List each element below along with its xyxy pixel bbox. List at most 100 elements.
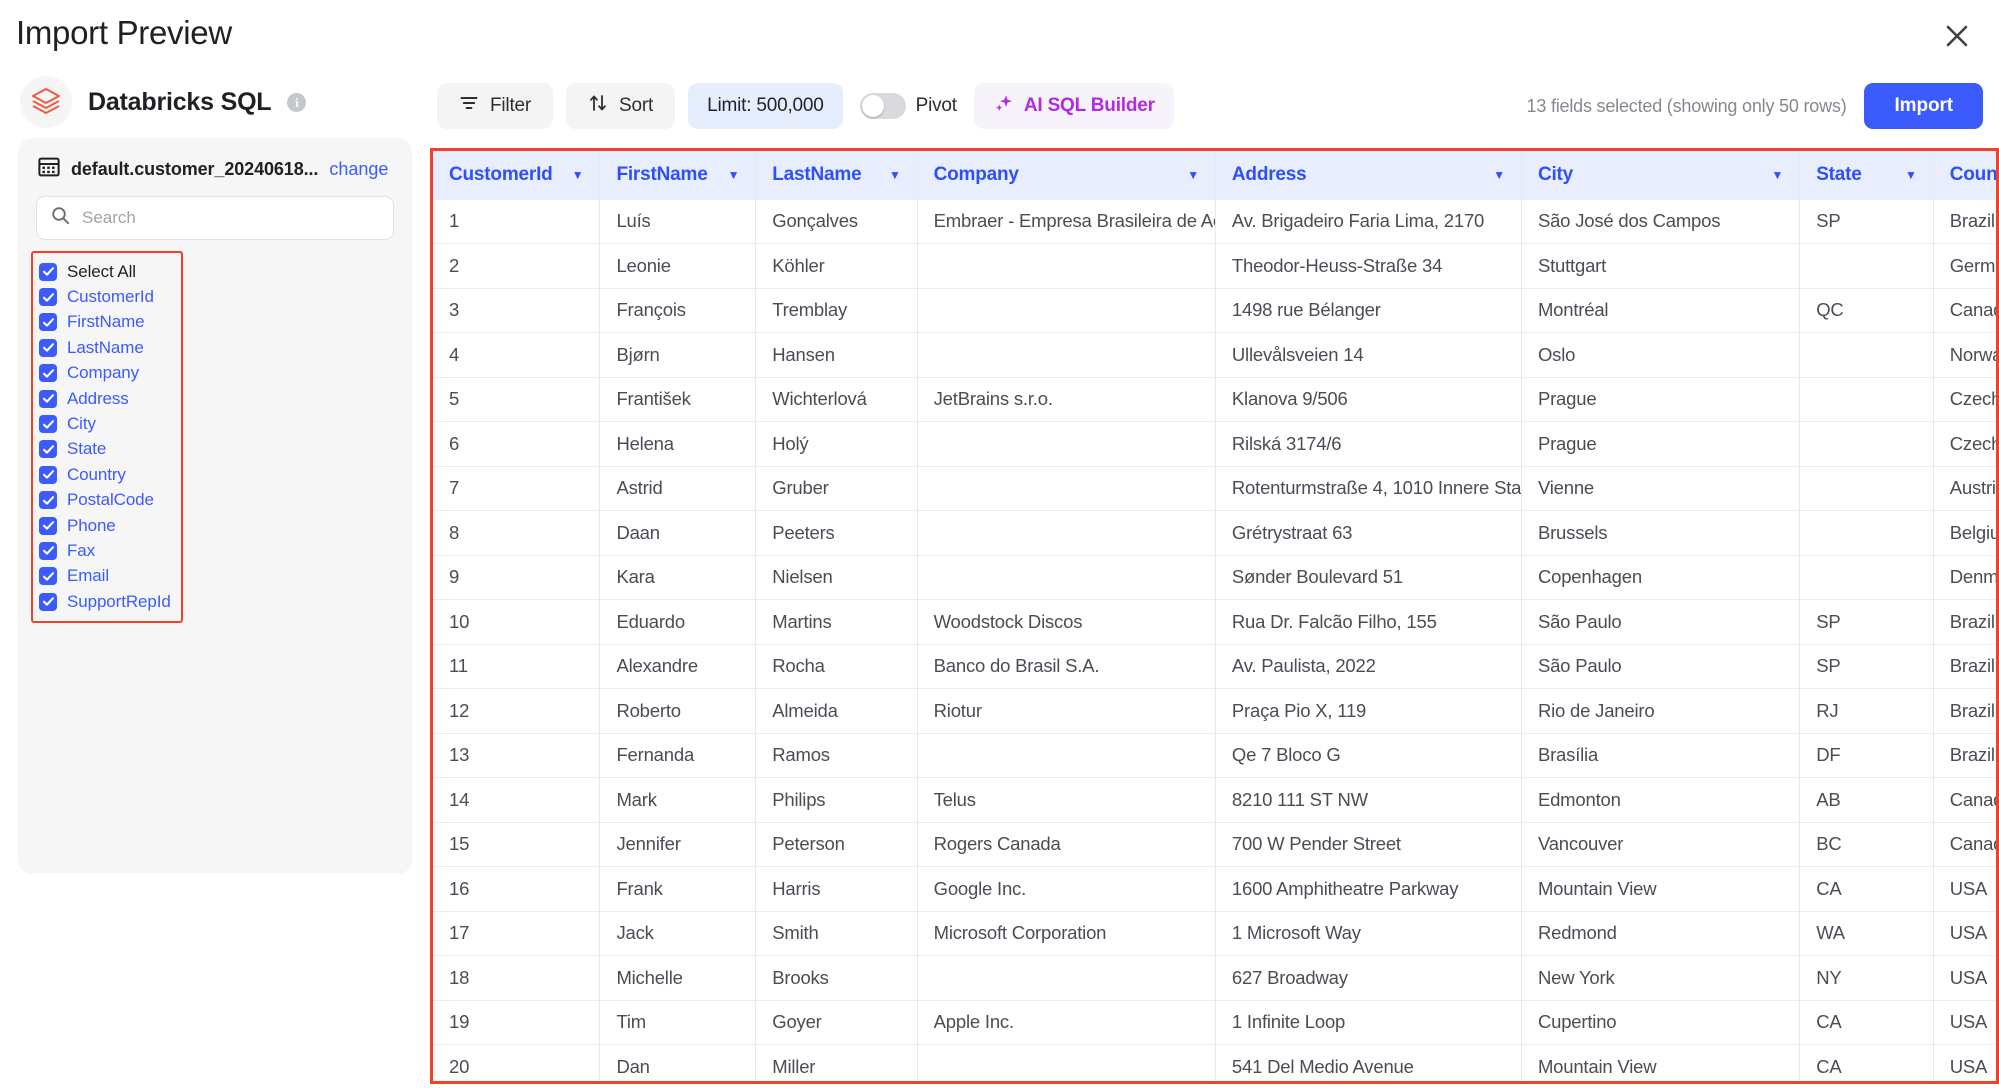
field-item[interactable]: Email (39, 564, 177, 589)
field-item[interactable]: State (39, 437, 177, 462)
field-item[interactable]: Company (39, 361, 177, 386)
field-item[interactable]: LastName (39, 335, 177, 360)
table-cell (1799, 243, 1934, 289)
table-row[interactable]: 12 Roberto Almeida Riotur Praça Pio X, 119 Ri… (433, 688, 1996, 734)
search-input[interactable] (82, 208, 379, 228)
table-row[interactable]: 2 Leonie Köhler Theodor-Heuss-Straße 34 Stut… (433, 243, 1996, 289)
table-row[interactable]: 20 Dan Miller 541 Del Medio Avenue Mountain … (433, 1044, 1996, 1081)
table-row[interactable]: 14 Mark Philips Telus 8210 111 ST NW Edmonton… (433, 777, 1996, 823)
column-header-state[interactable]: State ▼ (1799, 151, 1934, 200)
field-item[interactable]: Address (39, 386, 177, 411)
table-cell: Qe 7 Bloco G (1215, 733, 1522, 778)
data-grid-scroll[interactable]: CustomerId ▼ FirstName ▼ LastName ▼ Company ▼ Ad… (433, 151, 1996, 1081)
column-header-company[interactable]: Company ▼ (917, 151, 1216, 200)
table-row[interactable]: 9 Kara Nielsen Sønder Boulevard 51 Copenhage… (433, 555, 1996, 600)
chevron-down-icon[interactable]: ▼ (889, 169, 901, 181)
field-item[interactable]: FirstName (39, 310, 177, 335)
checkbox-icon[interactable] (39, 465, 57, 484)
chevron-down-icon[interactable]: ▼ (1493, 169, 1505, 181)
table-cell: Germany (1933, 243, 1996, 289)
column-header-lastname[interactable]: LastName ▼ (755, 151, 918, 200)
import-button[interactable]: Import (1864, 83, 1983, 129)
table-cell: Ramos (755, 733, 918, 778)
table-selector[interactable]: default.customer_20240618... change (36, 156, 394, 183)
table-row[interactable]: 18 Michelle Brooks 627 Broadway New York NY US… (433, 955, 1996, 1001)
column-header-country[interactable]: Country (1933, 151, 1996, 200)
checkbox-icon[interactable] (39, 592, 57, 611)
field-item[interactable]: SupportRepId (39, 589, 177, 614)
checkbox-icon[interactable] (39, 389, 57, 408)
pivot-toggle-group[interactable]: Pivot (856, 93, 961, 119)
table-row[interactable]: 6HelenaHolý Rilská 3174/6Prague Czech Repu… (433, 421, 1996, 467)
table-cell: DF (1799, 733, 1934, 778)
column-header-customerid[interactable]: CustomerId ▼ (433, 151, 601, 200)
checkbox-icon[interactable] (39, 516, 57, 535)
table-cell (917, 555, 1216, 600)
checkbox-icon[interactable] (39, 364, 57, 383)
table-cell: Brazil (1933, 733, 1996, 778)
table-row[interactable]: 11 Alexandre Rocha Banco do Brasil S.A. Av. … (433, 644, 1996, 689)
column-header-address[interactable]: Address ▼ (1215, 151, 1522, 200)
checkbox-icon[interactable] (39, 338, 57, 357)
table-row[interactable]: 3 François Tremblay 1498 rue Bélanger Montré… (433, 288, 1996, 333)
chevron-down-icon[interactable]: ▼ (572, 169, 584, 181)
chevron-down-icon[interactable]: ▼ (1772, 169, 1784, 181)
checkbox-icon[interactable] (39, 567, 57, 586)
close-icon[interactable] (1935, 14, 1979, 58)
checkbox-icon[interactable] (39, 541, 57, 560)
table-row[interactable]: 13 Fernanda Ramos Qe 7 Bloco G Brasília DF Bra… (433, 733, 1996, 778)
column-header-inner: City ▼ (1538, 164, 1783, 186)
field-item[interactable]: Fax (39, 538, 177, 563)
limit-button[interactable]: Limit: 500,000 (688, 83, 843, 129)
table-row[interactable]: 19 Tim Goyer Apple Inc. 1 Infinite Loop Cuper… (433, 1000, 1996, 1045)
table-cell: Brussels (1521, 510, 1801, 556)
table-row[interactable]: 17 Jack Smith Microsoft Corporation 1 Micros… (433, 911, 1996, 956)
table-row[interactable]: 7 Astrid Gruber Rotenturmstraße 4, 1010 Inn… (433, 466, 1996, 511)
table-cell: Montréal (1521, 288, 1801, 333)
pivot-toggle[interactable] (859, 93, 906, 119)
checkbox-icon[interactable] (39, 313, 57, 332)
chevron-down-icon[interactable]: ▼ (728, 169, 740, 181)
table-cell: Brasília (1521, 733, 1801, 778)
table-row[interactable]: 10 Eduardo Martins Woodstock Discos Rua Dr. … (433, 599, 1996, 645)
table-row[interactable]: 1 Luís Gonçalves Embraer - Empresa Brasilei… (433, 199, 1996, 244)
table-cell: Gonçalves (755, 199, 918, 244)
filter-label: Filter (490, 95, 532, 116)
checkbox-icon[interactable] (39, 415, 57, 434)
field-item[interactable]: Phone (39, 513, 177, 538)
column-header-city[interactable]: City ▼ (1521, 151, 1801, 200)
table-cell: USA (1933, 1000, 1996, 1045)
change-table-link[interactable]: change (329, 159, 388, 180)
filter-icon (459, 93, 479, 119)
field-item[interactable]: City (39, 411, 177, 436)
table-row[interactable]: 16 Frank Harris Google Inc. 1600 Amphitheatr… (433, 866, 1996, 912)
table-row[interactable]: 4BjørnHansen Ullevålsveien 14Oslo Norway (433, 332, 1996, 378)
page-title: Import Preview (16, 14, 232, 51)
table-cell: Riotur (917, 688, 1216, 734)
ai-sql-builder-button[interactable]: AI SQL Builder (973, 83, 1174, 129)
checkbox-icon[interactable] (39, 491, 57, 510)
checkbox-icon[interactable] (39, 440, 57, 459)
field-item[interactable]: CustomerId (39, 284, 177, 309)
field-item[interactable]: PostalCode (39, 488, 177, 513)
field-item[interactable]: Country (39, 462, 177, 487)
databricks-logo-icon (20, 76, 72, 128)
chevron-down-icon[interactable]: ▼ (1905, 169, 1917, 181)
field-checkbox-list: Select All CustomerId FirstName LastName Com… (31, 251, 183, 624)
table-row[interactable]: 5 František Wichterlová JetBrains s.r.o. Kla… (433, 377, 1996, 422)
column-header-firstname[interactable]: FirstName ▼ (599, 151, 757, 200)
filter-button[interactable]: Filter (437, 83, 554, 129)
checkbox-icon[interactable] (39, 288, 57, 307)
checkbox-icon[interactable] (39, 262, 57, 281)
chevron-down-icon[interactable]: ▼ (1187, 169, 1199, 181)
column-header-label: Address (1231, 163, 1307, 185)
field-item-select-all[interactable]: Select All (39, 259, 177, 284)
search-field[interactable] (36, 196, 394, 240)
info-icon[interactable]: i (287, 92, 307, 112)
table-row[interactable]: 15 Jennifer Peterson Rogers Canada 700 W Pen… (433, 822, 1996, 867)
table-cell: São Paulo (1521, 644, 1801, 689)
table-cell: Microsoft Corporation (917, 911, 1216, 956)
sort-button[interactable]: Sort (566, 83, 676, 129)
table-row[interactable]: 8 Daan Peeters Grétrystraat 63 Brussels Belgi… (433, 510, 1996, 556)
table-cell: Norway (1933, 332, 1996, 378)
